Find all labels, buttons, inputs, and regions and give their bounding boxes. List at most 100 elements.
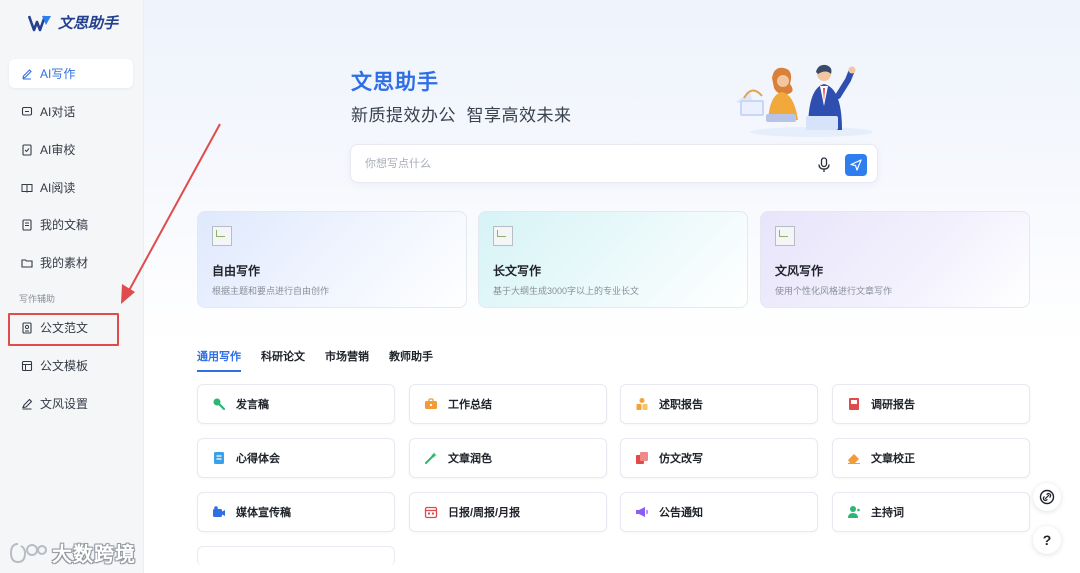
sidebar-item-label: 公文范文 [40, 321, 89, 335]
tile-label: 公告通知 [659, 507, 703, 519]
category-tabs: 通用写作 科研论文 市场营销 教师助手 [197, 348, 433, 372]
tile-reflections[interactable]: 心得体会 [197, 438, 395, 478]
tab-marketing[interactable]: 市场营销 [325, 348, 369, 372]
microphone-icon[interactable] [817, 157, 831, 173]
sidebar-item-my-materials[interactable]: 我的素材 [9, 248, 133, 277]
watermark-logo-icon [9, 542, 47, 563]
tile-research-report[interactable]: 调研报告 [832, 384, 1030, 424]
hero-title: 文思助手 [351, 71, 439, 94]
sidebar-item-label: AI审校 [40, 143, 76, 157]
tile-label: 文章校正 [871, 453, 915, 465]
sidebar-item-ai-chat[interactable]: AI对话 [9, 97, 133, 126]
link-button[interactable] [1033, 483, 1061, 511]
help-button[interactable]: ? [1033, 526, 1061, 554]
search-box [350, 144, 878, 183]
sidebar: 文思助手 AI写作 AI对话 AI审校 AI阅读 我的文稿 我的素材 写作辅助 … [0, 0, 144, 573]
tile-duty-report[interactable]: 述职报告 [620, 384, 818, 424]
notebook-icon [212, 451, 226, 465]
sidebar-item-templates[interactable]: 公文模板 [9, 351, 133, 380]
tile-label: 文章润色 [448, 453, 492, 465]
card-image-icon [212, 226, 232, 246]
calendar-icon [424, 505, 438, 519]
card-image-icon [493, 226, 513, 246]
style-writing-card[interactable]: 文风写作 使用个性化风格进行文章写作 [760, 211, 1030, 308]
sidebar-item-label: AI阅读 [40, 181, 76, 195]
megaphone-icon [635, 505, 649, 519]
card-description: 基于大纲生成3000字以上的专业长文 [493, 286, 640, 296]
eraser-icon [847, 451, 861, 465]
hero-subtitle: 新质提效办公 智享高效未来 [351, 106, 572, 125]
tile-label: 调研报告 [871, 399, 915, 411]
help-icon: ? [1042, 532, 1052, 548]
tile-label: 仿文改写 [659, 453, 703, 465]
tile-label: 媒体宣传稿 [236, 507, 291, 519]
tile-media-promo[interactable]: 媒体宣传稿 [197, 492, 395, 532]
sidebar-item-style-settings[interactable]: 文风设置 [9, 389, 133, 418]
link-icon [1039, 489, 1055, 505]
card-description: 根据主题和要点进行自由创作 [212, 286, 330, 296]
sidebar-item-ai-review[interactable]: AI审校 [9, 135, 133, 164]
sidebar-item-ai-reading[interactable]: AI阅读 [9, 173, 133, 202]
sidebar-item-label: 我的文稿 [40, 218, 89, 232]
sidebar-item-label: 我的素材 [40, 256, 89, 270]
sample-doc-icon [21, 321, 33, 334]
review-icon [21, 143, 33, 156]
card-description: 使用个性化风格进行文章写作 [775, 286, 893, 296]
tab-research-papers[interactable]: 科研论文 [261, 348, 305, 372]
tile-label: 工作总结 [448, 399, 492, 411]
card-title: 长文写作 [493, 264, 542, 278]
sidebar-item-label: AI写作 [40, 67, 76, 81]
sidebar-item-sample-docs[interactable]: 公文范文 [9, 313, 133, 342]
chat-icon [21, 106, 33, 118]
card-title: 自由写作 [212, 264, 261, 278]
host-icon [847, 505, 861, 519]
free-writing-card[interactable]: 自由写作 根据主题和要点进行自由创作 [197, 211, 467, 308]
watermark-text: 大数跨境 [52, 544, 136, 566]
tile-partial[interactable] [197, 546, 395, 566]
app-name: 文思助手 [58, 14, 119, 32]
tab-teacher-assistant[interactable]: 教师助手 [389, 348, 433, 372]
camera-icon [212, 505, 226, 519]
book-icon [21, 182, 33, 194]
tab-general-writing[interactable]: 通用写作 [197, 348, 241, 372]
document-icon [21, 218, 33, 231]
tile-periodic-report[interactable]: 日报/周报/月报 [409, 492, 607, 532]
research-book-icon [847, 397, 861, 411]
long-writing-card[interactable]: 长文写作 基于大纲生成3000字以上的专业长文 [478, 211, 748, 308]
search-input[interactable] [365, 154, 785, 174]
logo[interactable]: 文思助手 [28, 12, 118, 33]
main-content: 文思助手 新质提效办公 智享高效未来 你想写点什么 自由写作 根据主题和要点进行… [144, 0, 1080, 573]
style-pen-icon [21, 398, 33, 410]
section-title: 写作辅助 [19, 294, 56, 304]
card-image-icon [775, 226, 795, 246]
sidebar-item-my-drafts[interactable]: 我的文稿 [9, 210, 133, 239]
sidebar-item-label: 公文模板 [40, 359, 89, 373]
tile-speech[interactable]: 发言稿 [197, 384, 395, 424]
send-icon [850, 159, 862, 171]
briefcase-icon [424, 397, 438, 411]
send-button[interactable] [845, 154, 867, 176]
tile-rewrite[interactable]: 仿文改写 [620, 438, 818, 478]
copy-icon [635, 451, 649, 465]
pen-icon [21, 68, 33, 80]
tile-polish[interactable]: 文章润色 [409, 438, 607, 478]
tile-host-script[interactable]: 主持词 [832, 492, 1030, 532]
tile-label: 述职报告 [659, 399, 703, 411]
tile-label: 日报/周报/月报 [448, 507, 521, 519]
tile-work-summary[interactable]: 工作总结 [409, 384, 607, 424]
person-report-icon [635, 397, 649, 411]
sidebar-item-ai-writing[interactable]: AI写作 [9, 59, 133, 88]
office-people-illustration [736, 64, 872, 137]
magic-wand-icon [424, 451, 438, 465]
tile-label: 主持词 [871, 507, 904, 519]
sidebar-item-label: 文风设置 [40, 397, 89, 411]
sidebar-item-label: AI对话 [40, 105, 76, 119]
tile-announcement[interactable]: 公告通知 [620, 492, 818, 532]
template-icon [21, 360, 33, 372]
tile-label: 发言稿 [236, 399, 269, 411]
card-title: 文风写作 [775, 264, 824, 278]
tile-proofread[interactable]: 文章校正 [832, 438, 1030, 478]
speech-icon [212, 397, 226, 411]
logo-icon [28, 15, 51, 31]
watermark: 大数跨境 [8, 538, 136, 567]
